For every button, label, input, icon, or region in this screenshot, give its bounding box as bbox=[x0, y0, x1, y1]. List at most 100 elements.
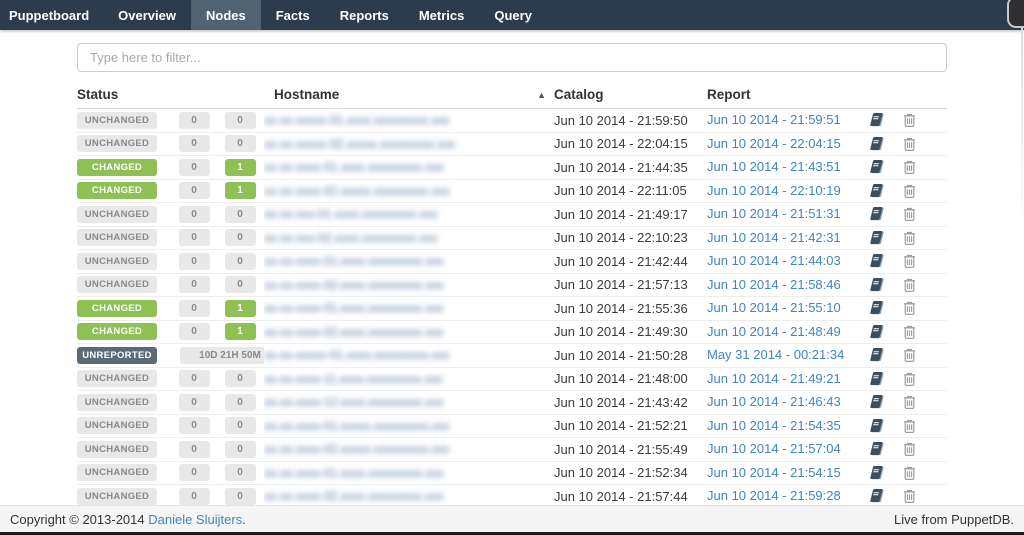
hostname-link[interactable]: xx-xx-xxxx-02.xxxx.xxxxxxxxx.xxx bbox=[264, 278, 443, 292]
book-icon[interactable] bbox=[869, 136, 886, 152]
hostname-link[interactable]: xx-xx-xxxx-02.xxxx.xxxxxxxxx.xxx bbox=[264, 489, 443, 503]
hostname-link[interactable]: xx-xx-xxxx-11.xxxx.xxxxxxxxx.xxx bbox=[264, 372, 442, 386]
actions-cell bbox=[869, 297, 947, 321]
nav-item-query[interactable]: Query bbox=[479, 0, 547, 30]
count1-badge: 0 bbox=[179, 370, 210, 387]
report-link[interactable]: Jun 10 2014 - 22:04:15 bbox=[707, 136, 841, 151]
book-icon[interactable] bbox=[869, 418, 886, 434]
book-icon[interactable] bbox=[869, 112, 886, 128]
catalog-cell: Jun 10 2014 - 21:55:36 bbox=[554, 297, 707, 321]
hostname-link[interactable]: xx-xx-xxxx-02.xxxx.xxxxxxxxx.xxx bbox=[264, 325, 443, 339]
trash-icon[interactable] bbox=[902, 418, 919, 434]
trash-icon[interactable] bbox=[902, 159, 919, 175]
scrollbar-thumb[interactable] bbox=[1007, 0, 1024, 28]
book-icon[interactable] bbox=[869, 488, 886, 504]
filter-input[interactable] bbox=[77, 43, 947, 72]
catalog-timestamp: Jun 10 2014 - 21:48:00 bbox=[554, 371, 688, 386]
hostname-link[interactable]: xx-xx-xxxxx-01.xxxx.xxxxxxxxx.xxx bbox=[264, 113, 449, 127]
report-link[interactable]: Jun 10 2014 - 21:46:43 bbox=[707, 394, 841, 409]
book-icon[interactable] bbox=[869, 183, 886, 199]
hostname-link[interactable]: xx-xx-xxxx-01.xxxx.xxxxxxxxx.xxx bbox=[264, 466, 443, 480]
book-icon[interactable] bbox=[869, 277, 886, 293]
trash-icon[interactable] bbox=[902, 394, 919, 410]
brand-puppetboard[interactable]: Puppetboard bbox=[0, 0, 103, 30]
trash-icon[interactable] bbox=[902, 465, 919, 481]
report-link[interactable]: Jun 10 2014 - 21:42:31 bbox=[707, 230, 841, 245]
report-link[interactable]: Jun 10 2014 - 22:10:19 bbox=[707, 183, 841, 198]
report-link[interactable]: Jun 10 2014 - 21:43:51 bbox=[707, 159, 841, 174]
hostname-link[interactable]: xx-xx-xxx-02.xxxx.xxxxxxxxx.xxx bbox=[264, 231, 437, 245]
hostname-link[interactable]: xx-xx-xxxx-01.xxxx.xxxxxxxxx.xxx bbox=[264, 160, 443, 174]
trash-icon[interactable] bbox=[902, 324, 919, 340]
nav-item-facts[interactable]: Facts bbox=[261, 0, 325, 30]
trash-icon[interactable] bbox=[902, 206, 919, 222]
nav-item-nodes[interactable]: Nodes bbox=[191, 0, 261, 30]
book-icon[interactable] bbox=[869, 371, 886, 387]
book-icon[interactable] bbox=[869, 324, 886, 340]
actions-cell bbox=[869, 226, 947, 250]
report-link[interactable]: Jun 10 2014 - 21:48:49 bbox=[707, 324, 841, 339]
report-link[interactable]: May 31 2014 - 00:21:34 bbox=[707, 347, 844, 362]
trash-icon[interactable] bbox=[902, 183, 919, 199]
column-header-hostname[interactable]: Hostname ▲ bbox=[264, 87, 554, 109]
book-icon[interactable] bbox=[869, 206, 886, 222]
column-header-status[interactable]: Status bbox=[77, 87, 264, 109]
node-row: UNCHANGED 0 0 xx-xx-xxxxx-01.xxxx.xxxxxx… bbox=[77, 109, 947, 133]
book-icon[interactable] bbox=[869, 347, 886, 363]
trash-icon[interactable] bbox=[902, 300, 919, 316]
status-cell: UNCHANGED bbox=[77, 226, 172, 250]
count1-badge: 0 bbox=[179, 276, 210, 293]
book-icon[interactable] bbox=[869, 300, 886, 316]
report-link[interactable]: Jun 10 2014 - 21:51:31 bbox=[707, 206, 841, 221]
actions-cell bbox=[869, 367, 947, 391]
hostname-link[interactable]: xx-xx-xxxx-01.xxxx.xxxxxxxxx.xxx bbox=[264, 301, 443, 315]
hostname-link[interactable]: xx-xx-xxxx-02.xxxxx.xxxxxxxxx.xxx bbox=[264, 442, 449, 456]
count1-badge: 0 bbox=[179, 441, 210, 458]
count1-badge: 0 bbox=[179, 159, 210, 176]
nav-item-metrics[interactable]: Metrics bbox=[404, 0, 480, 30]
book-icon[interactable] bbox=[869, 230, 886, 246]
report-link[interactable]: Jun 10 2014 - 21:59:28 bbox=[707, 488, 841, 503]
sort-ascending-icon[interactable]: ▲ bbox=[537, 90, 546, 100]
actions-cell bbox=[869, 344, 947, 368]
report-link[interactable]: Jun 10 2014 - 21:55:10 bbox=[707, 300, 841, 315]
trash-icon[interactable] bbox=[902, 253, 919, 269]
catalog-cell: Jun 10 2014 - 21:55:49 bbox=[554, 438, 707, 462]
report-link[interactable]: Jun 10 2014 - 21:57:04 bbox=[707, 441, 841, 456]
book-icon[interactable] bbox=[869, 441, 886, 457]
trash-icon[interactable] bbox=[902, 112, 919, 128]
nav-item-overview[interactable]: Overview bbox=[103, 0, 191, 30]
trash-icon[interactable] bbox=[902, 136, 919, 152]
book-icon[interactable] bbox=[869, 465, 886, 481]
hostname-link[interactable]: xx-xx-xxxxx-01.xxxx.xxxxxxxxx.xxx bbox=[264, 348, 449, 362]
book-icon[interactable] bbox=[869, 394, 886, 410]
report-link[interactable]: Jun 10 2014 - 21:58:46 bbox=[707, 277, 841, 292]
trash-icon[interactable] bbox=[902, 371, 919, 387]
nav-item-reports[interactable]: Reports bbox=[325, 0, 404, 30]
trash-icon[interactable] bbox=[902, 277, 919, 293]
hostname-link[interactable]: xx-xx-xxxx-12.xxxx.xxxxxxxxx.xxx bbox=[264, 395, 443, 409]
book-icon[interactable] bbox=[869, 253, 886, 269]
book-icon[interactable] bbox=[869, 159, 886, 175]
count2-cell: 0 bbox=[216, 391, 264, 415]
column-header-report[interactable]: Report bbox=[707, 87, 869, 109]
report-link[interactable]: Jun 10 2014 - 21:44:03 bbox=[707, 253, 841, 268]
hostname-link[interactable]: xx-xx-xxxx-02.xxxxx.xxxxxxxxx.xxx bbox=[264, 184, 449, 198]
hostname-link[interactable]: xx-xx-xxxxx-02.xxxxx.xxxxxxxxx.xxx bbox=[264, 137, 455, 151]
report-link[interactable]: Jun 10 2014 - 21:59:51 bbox=[707, 112, 841, 127]
trash-icon[interactable] bbox=[902, 441, 919, 457]
report-link[interactable]: Jun 10 2014 - 21:54:15 bbox=[707, 465, 841, 480]
status-cell: UNCHANGED bbox=[77, 414, 172, 438]
node-row: CHANGED 0 1 xx-xx-xxxx-01.xxxx.xxxxxxxxx… bbox=[77, 297, 947, 321]
hostname-link[interactable]: xx-xx-xxx-01.xxxx.xxxxxxxxx.xxx bbox=[264, 207, 437, 221]
trash-icon[interactable] bbox=[902, 488, 919, 504]
hostname-link[interactable]: xx-xx-xxxx-01.xxxxx.xxxxxxxxx.xxx bbox=[264, 419, 449, 433]
column-header-catalog[interactable]: Catalog bbox=[554, 87, 707, 109]
author-link[interactable]: Daniele Sluijters bbox=[148, 512, 242, 527]
trash-icon[interactable] bbox=[902, 347, 919, 363]
actions-cell bbox=[869, 132, 947, 156]
hostname-link[interactable]: xx-xx-xxxx-01.xxxx.xxxxxxxxx.xxx bbox=[264, 254, 443, 268]
trash-icon[interactable] bbox=[902, 230, 919, 246]
report-link[interactable]: Jun 10 2014 - 21:54:35 bbox=[707, 418, 841, 433]
report-link[interactable]: Jun 10 2014 - 21:49:21 bbox=[707, 371, 841, 386]
